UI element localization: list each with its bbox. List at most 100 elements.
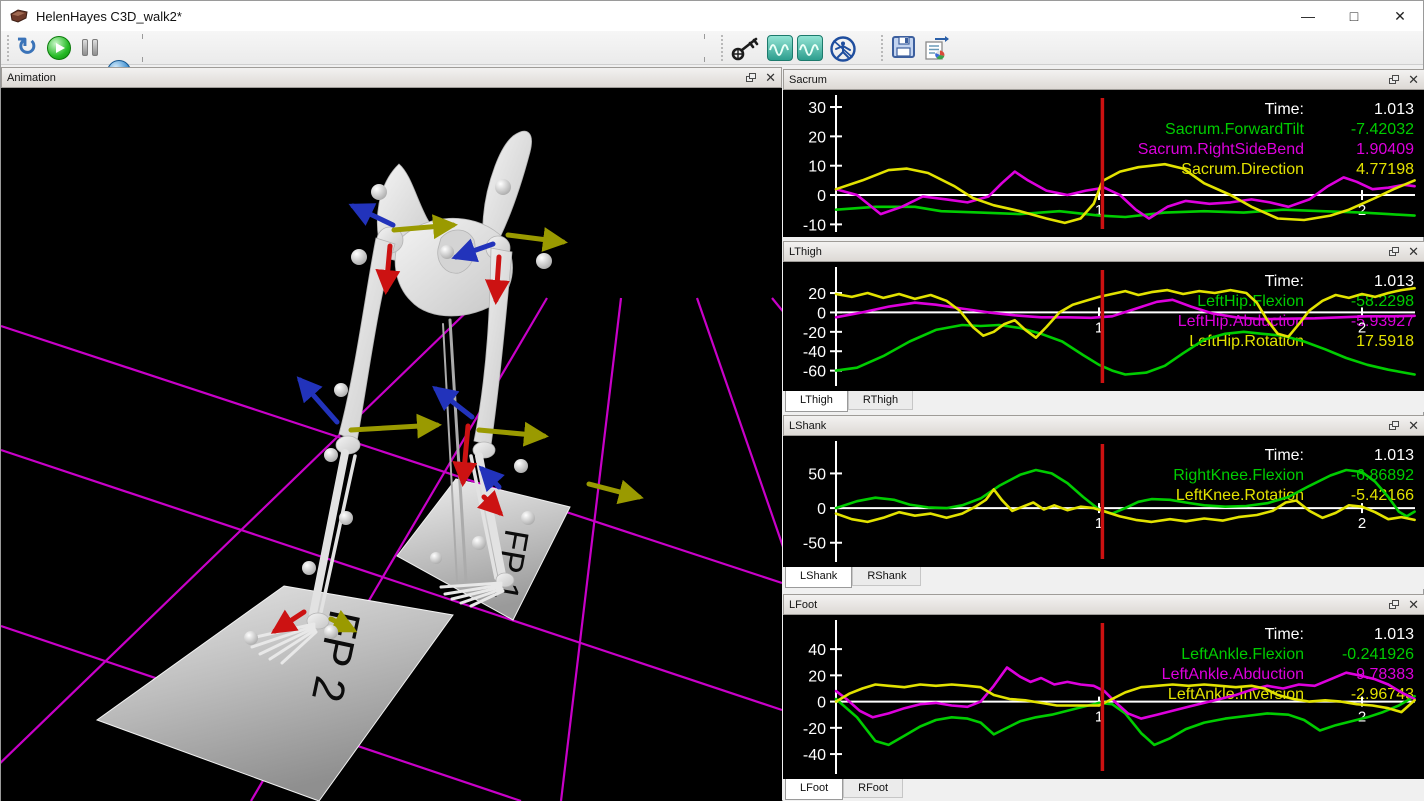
animation-3d-viewport[interactable]: FP 1 FP 2 bbox=[1, 88, 782, 801]
series-RightKnee.Flexion bbox=[836, 470, 1415, 516]
svg-text:Sacrum.RightSideBend: Sacrum.RightSideBend bbox=[1138, 141, 1304, 158]
lfoot-panel: LFoot ✕ Time:1.013LeftAnkle.Flexion-0.24… bbox=[783, 594, 1424, 801]
toolbar-drag-handle-3[interactable] bbox=[881, 35, 885, 61]
window-title: HelenHayes C3D_walk2* bbox=[36, 9, 182, 24]
app-icon bbox=[9, 8, 29, 24]
pause-button[interactable] bbox=[78, 36, 102, 60]
svg-text:1.013: 1.013 bbox=[1374, 447, 1414, 464]
close-panel-icon[interactable]: ✕ bbox=[1408, 75, 1419, 85]
reset-loop-button[interactable]: ↻ bbox=[15, 36, 39, 60]
float-panel-icon[interactable] bbox=[1389, 421, 1400, 431]
lfoot-tabbar: LFoot RFoot bbox=[783, 779, 1424, 801]
lfoot-chart[interactable]: Time:1.013LeftAnkle.Flexion-0.241926Left… bbox=[783, 615, 1424, 779]
float-panel-icon[interactable] bbox=[1389, 600, 1400, 610]
lthigh-panel: LThigh ✕ Time:1.013LeftHip.Flexion-58.22… bbox=[783, 241, 1424, 412]
svg-text:RightKnee.Flexion: RightKnee.Flexion bbox=[1173, 467, 1304, 484]
y-tick-label: -20 bbox=[803, 721, 826, 738]
series-Sacrum.Direction bbox=[836, 164, 1415, 223]
series-LeftHip.Abduction bbox=[836, 300, 1415, 319]
play-button[interactable] bbox=[47, 36, 71, 60]
maximize-button[interactable]: □ bbox=[1331, 1, 1377, 31]
lshank-panel: LShank ✕ Time: 1.013 RightKnee.Flexion -6.8… bbox=[783, 415, 1424, 589]
y-tick-label: 30 bbox=[808, 100, 826, 117]
x-tick-label: 2 bbox=[1358, 515, 1366, 532]
toolbar: ↻ bbox=[1, 31, 1423, 65]
lfoot-panel-header: LFoot ✕ bbox=[783, 594, 1424, 615]
tab-lshank[interactable]: LShank bbox=[785, 567, 852, 588]
waveform-scope-icon[interactable] bbox=[767, 35, 793, 61]
svg-text:1.90409: 1.90409 bbox=[1356, 141, 1414, 158]
y-tick-label: 20 bbox=[808, 129, 826, 146]
svg-text:1.013: 1.013 bbox=[1374, 626, 1414, 643]
svg-text:-0.241926: -0.241926 bbox=[1342, 646, 1414, 663]
sacrum-chart[interactable]: Time:1.013Sacrum.ForwardTilt-7.42032Sacr… bbox=[783, 90, 1424, 237]
svg-text:LeftKnee.Rotation: LeftKnee.Rotation bbox=[1176, 487, 1304, 504]
sacrum-panel-title: Sacrum bbox=[789, 74, 827, 86]
sacrum-panel-header: Sacrum ✕ bbox=[783, 69, 1424, 90]
svg-text:Sacrum.ForwardTilt: Sacrum.ForwardTilt bbox=[1165, 121, 1305, 138]
close-panel-icon[interactable]: ✕ bbox=[1408, 421, 1419, 431]
lfoot-panel-title: LFoot bbox=[789, 599, 817, 611]
svg-text:Time:: Time: bbox=[1265, 101, 1304, 118]
y-tick-label: 10 bbox=[808, 159, 826, 176]
y-tick-label: -60 bbox=[803, 364, 826, 381]
toolbar-drag-handle[interactable] bbox=[7, 35, 11, 61]
svg-text:Sacrum.Direction: Sacrum.Direction bbox=[1181, 161, 1304, 178]
y-tick-label: -50 bbox=[803, 536, 826, 553]
tab-rthigh[interactable]: RThigh bbox=[848, 391, 913, 410]
y-tick-label: -40 bbox=[803, 344, 826, 361]
export-report-icon[interactable] bbox=[923, 35, 951, 61]
lthigh-chart[interactable]: Time:1.013LeftHip.Flexion-58.2298LeftHip… bbox=[783, 262, 1424, 391]
close-panel-icon[interactable]: ✕ bbox=[1408, 247, 1419, 257]
svg-text:Time:: Time: bbox=[1265, 447, 1304, 464]
tab-lthigh[interactable]: LThigh bbox=[785, 391, 848, 412]
lshank-chart[interactable]: Time: 1.013 RightKnee.Flexion -6.86892 LeftK… bbox=[783, 436, 1424, 567]
y-tick-label: -40 bbox=[803, 747, 826, 764]
title-bar: HelenHayes C3D_walk2* — □ ✕ bbox=[1, 1, 1423, 31]
svg-text:LeftAnkle.Abduction: LeftAnkle.Abduction bbox=[1162, 666, 1304, 683]
y-tick-label: 0 bbox=[817, 188, 826, 205]
y-tick-label: 50 bbox=[808, 466, 826, 483]
key-icon[interactable] bbox=[730, 35, 762, 62]
svg-text:Time:: Time: bbox=[1265, 626, 1304, 643]
close-panel-icon[interactable]: ✕ bbox=[765, 73, 776, 83]
series-LeftAnkle.Inversion bbox=[836, 685, 1415, 713]
tab-rshank[interactable]: RShank bbox=[852, 567, 921, 586]
y-tick-label: 20 bbox=[808, 286, 826, 303]
lthigh-panel-header: LThigh ✕ bbox=[783, 241, 1424, 262]
animation-panel: Animation ✕ bbox=[1, 67, 782, 801]
toggle-skeleton-icon[interactable] bbox=[829, 35, 857, 63]
tab-rfoot[interactable]: RFoot bbox=[843, 779, 903, 798]
svg-text:-6.86892: -6.86892 bbox=[1351, 467, 1414, 484]
svg-text:-7.42032: -7.42032 bbox=[1351, 121, 1414, 138]
svg-text:LeftHip.Abduction: LeftHip.Abduction bbox=[1178, 313, 1304, 330]
close-panel-icon[interactable]: ✕ bbox=[1408, 600, 1419, 610]
waveform-scope-icon-2[interactable] bbox=[797, 35, 823, 61]
svg-text:1.013: 1.013 bbox=[1374, 273, 1414, 290]
svg-text:4.77198: 4.77198 bbox=[1356, 161, 1414, 178]
svg-text:9.78383: 9.78383 bbox=[1356, 666, 1414, 683]
minimize-button[interactable]: — bbox=[1285, 1, 1331, 31]
app-window: HelenHayes C3D_walk2* — □ ✕ ↻ bbox=[0, 0, 1424, 801]
float-panel-icon[interactable] bbox=[1389, 247, 1400, 257]
y-tick-label: -10 bbox=[803, 217, 826, 234]
tab-lfoot[interactable]: LFoot bbox=[785, 779, 843, 800]
y-axis bbox=[830, 95, 842, 232]
y-tick-label: 20 bbox=[808, 668, 826, 685]
y-tick-label: 0 bbox=[817, 695, 826, 712]
float-panel-icon[interactable] bbox=[746, 73, 757, 83]
y-tick-label: -20 bbox=[803, 325, 826, 342]
y-axis bbox=[830, 267, 842, 386]
lthigh-tabbar: LThigh RThigh bbox=[783, 391, 1424, 412]
series-LeftHip.Flexion bbox=[836, 325, 1415, 375]
close-button[interactable]: ✕ bbox=[1377, 1, 1423, 31]
save-icon[interactable] bbox=[891, 35, 917, 60]
lshank-panel-title: LShank bbox=[789, 420, 826, 432]
toolbar-drag-handle-2[interactable] bbox=[721, 35, 725, 61]
y-tick-label: 0 bbox=[817, 501, 826, 518]
y-tick-label: 40 bbox=[808, 642, 826, 659]
lshank-tabbar: LShank RShank bbox=[783, 567, 1424, 589]
animation-panel-title: Animation bbox=[7, 72, 56, 84]
y-tick-label: 0 bbox=[817, 305, 826, 322]
float-panel-icon[interactable] bbox=[1389, 75, 1400, 85]
